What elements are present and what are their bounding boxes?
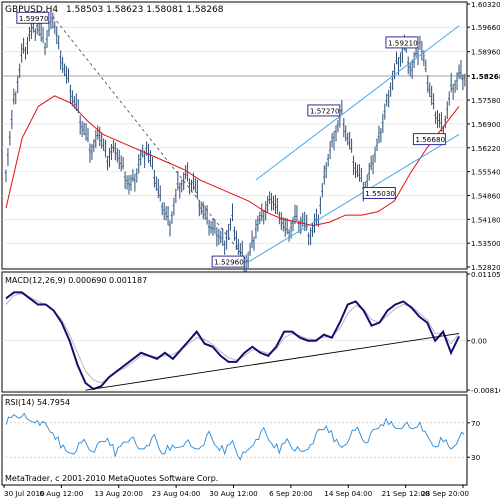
price-tick-label: 1.57580	[471, 96, 500, 105]
time-tick-label: 6 Sep 20:00	[269, 489, 313, 498]
rsi-y-axis: 70 30	[467, 419, 481, 462]
price-tick-label: 1.54180	[471, 215, 500, 224]
price-annotation-label: 1.56680	[415, 135, 445, 144]
price-tick-label: 1.60320	[471, 0, 500, 9]
price-y-axis: 1.60320 1.59660 1.58960 1.58268 1.57580 1.569…	[467, 0, 500, 272]
time-axis: 30 Jul 20106 Aug 12:00 13 Aug 20:00 23 Aug…	[3, 485, 469, 498]
macd-tick-label: 0.00	[471, 337, 487, 346]
rsi-tick-label: 30	[471, 453, 481, 462]
price-annotation-label: 1.59970	[19, 14, 49, 23]
macd-y-axis: 0.01105 0.00 -0.00816	[467, 270, 500, 395]
price-tick-label: 1.58960	[471, 48, 500, 57]
price-tick-label: 1.53500	[471, 239, 500, 248]
price-annotation-label: 1.59210	[388, 38, 418, 47]
rsi-panel-frame	[1, 394, 468, 486]
symbol-header: GBPUSD,H4	[5, 5, 58, 15]
macd-title: MACD(12,26,9) 0.000690 0.001187	[5, 276, 147, 285]
price-tick-label: 1.56220	[471, 144, 500, 153]
price-tick-label: 1.56900	[471, 120, 500, 129]
chart-title: GBPUSD,H4 1.58503 1.58623 1.58081 1.5826…	[5, 5, 224, 15]
macd-tick-label: 0.01105	[471, 270, 500, 279]
time-tick-label: 30 Aug 12:00	[209, 489, 258, 498]
price-tick-label: 1.55540	[471, 168, 500, 177]
rsi-tick-label: 70	[471, 419, 481, 428]
time-tick-label: 14 Sep 04:00	[324, 489, 372, 498]
price-tick-label: 1.59660	[471, 23, 500, 32]
time-tick-label: 28 Sep 20:00	[421, 489, 469, 498]
time-tick-label: 6 Aug 12:00	[39, 489, 83, 498]
price-annotation-label: 1.55030	[365, 189, 395, 198]
time-tick-label: 13 Aug 20:00	[95, 489, 144, 498]
time-tick-label: 23 Aug 04:00	[152, 489, 201, 498]
price-annotation-label: 1.52960	[214, 258, 244, 267]
ohlc-values: 1.58503 1.58623 1.58081 1.58268	[66, 5, 224, 15]
chart-svg: 1.60320 1.59660 1.58960 1.58268 1.57580 1.569…	[1, 0, 500, 498]
price-tick-label: 1.58268	[471, 72, 500, 81]
macd-tick-label: -0.00816	[471, 386, 500, 395]
copyright-footer: MetaTrader, c 2001-2010 MetaQuotes Softw…	[5, 474, 218, 483]
rsi-title: RSI(14) 54.7954	[5, 398, 70, 407]
price-annotation-label: 1.57270	[310, 106, 340, 115]
metatrader-chart-window: 1.60320 1.59660 1.58960 1.58268 1.57580 1.569…	[0, 0, 500, 500]
price-tick-label: 1.54860	[471, 191, 500, 200]
macd-panel-frame	[1, 271, 468, 393]
